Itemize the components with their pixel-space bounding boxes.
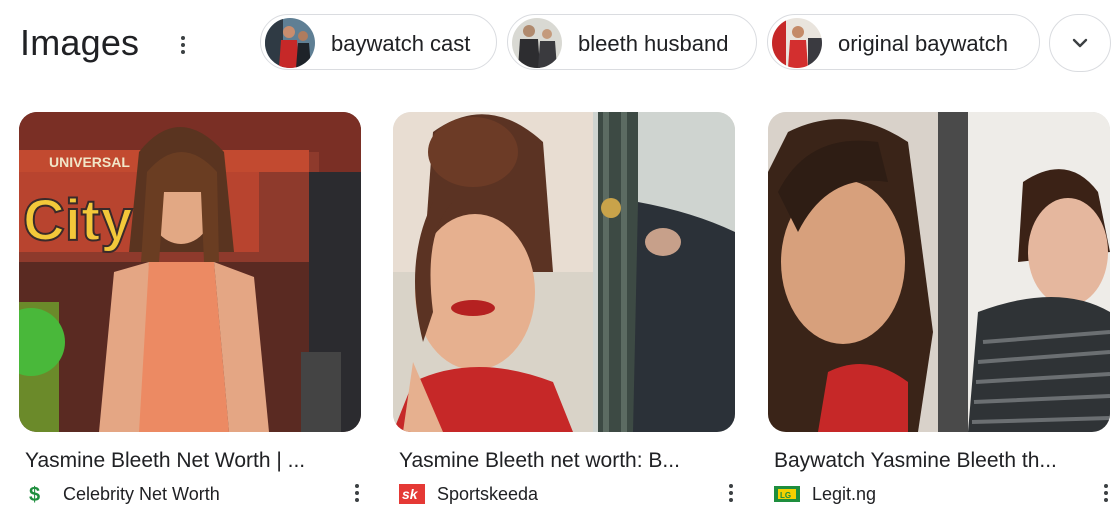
result-caption[interactable]: Yasmine Bleeth net worth: B... (399, 449, 735, 473)
bleeth-husband-thumbnail (512, 18, 562, 68)
svg-text:LG: LG (780, 491, 791, 500)
svg-text:$: $ (29, 484, 40, 504)
result-options-icon[interactable] (1101, 484, 1111, 508)
chip-label: bleeth husband (578, 31, 729, 56)
more-options-icon[interactable] (176, 36, 190, 60)
result-image[interactable] (768, 112, 1110, 432)
source-name: Celebrity Net Worth (63, 484, 220, 504)
source-name: Sportskeeda (437, 484, 539, 504)
images-header: Images baywatch cast bleeth husband orig… (0, 0, 1115, 90)
result-options-icon[interactable] (726, 484, 736, 508)
result-source[interactable]: sk Sportskeeda (399, 484, 739, 504)
result-caption[interactable]: Baywatch Yasmine Bleeth th... (774, 449, 1110, 473)
chip-original-baywatch[interactable]: original baywatch (767, 14, 1040, 70)
result-options-icon[interactable] (352, 484, 362, 508)
legit-icon: LG (774, 484, 800, 504)
result-image[interactable] (393, 112, 735, 432)
chip-bleeth-husband[interactable]: bleeth husband (507, 14, 757, 70)
result-source[interactable]: $ Celebrity Net Worth (25, 484, 365, 506)
svg-text:UNIVERSAL: UNIVERSAL (49, 154, 130, 170)
result-source[interactable]: LG Legit.ng (774, 484, 1114, 504)
sportskeeda-icon: sk (399, 484, 425, 504)
chip-baywatch-cast[interactable]: baywatch cast (260, 14, 497, 70)
baywatch-cast-thumbnail (265, 18, 315, 68)
section-title: Images (20, 22, 140, 63)
source-name: Legit.ng (812, 484, 877, 504)
original-baywatch-thumbnail (772, 18, 822, 68)
chevron-down-icon (1072, 38, 1088, 48)
chip-label: baywatch cast (331, 31, 471, 56)
dollar-sign-icon: $ (25, 484, 47, 506)
svg-text:sk: sk (402, 486, 419, 502)
result-image[interactable]: UNIVERSAL City (19, 112, 361, 432)
chip-label: original baywatch (838, 31, 1008, 56)
svg-text:City: City (23, 188, 133, 253)
expand-chips-button[interactable] (1049, 14, 1111, 72)
result-caption[interactable]: Yasmine Bleeth Net Worth | ... (25, 449, 361, 473)
